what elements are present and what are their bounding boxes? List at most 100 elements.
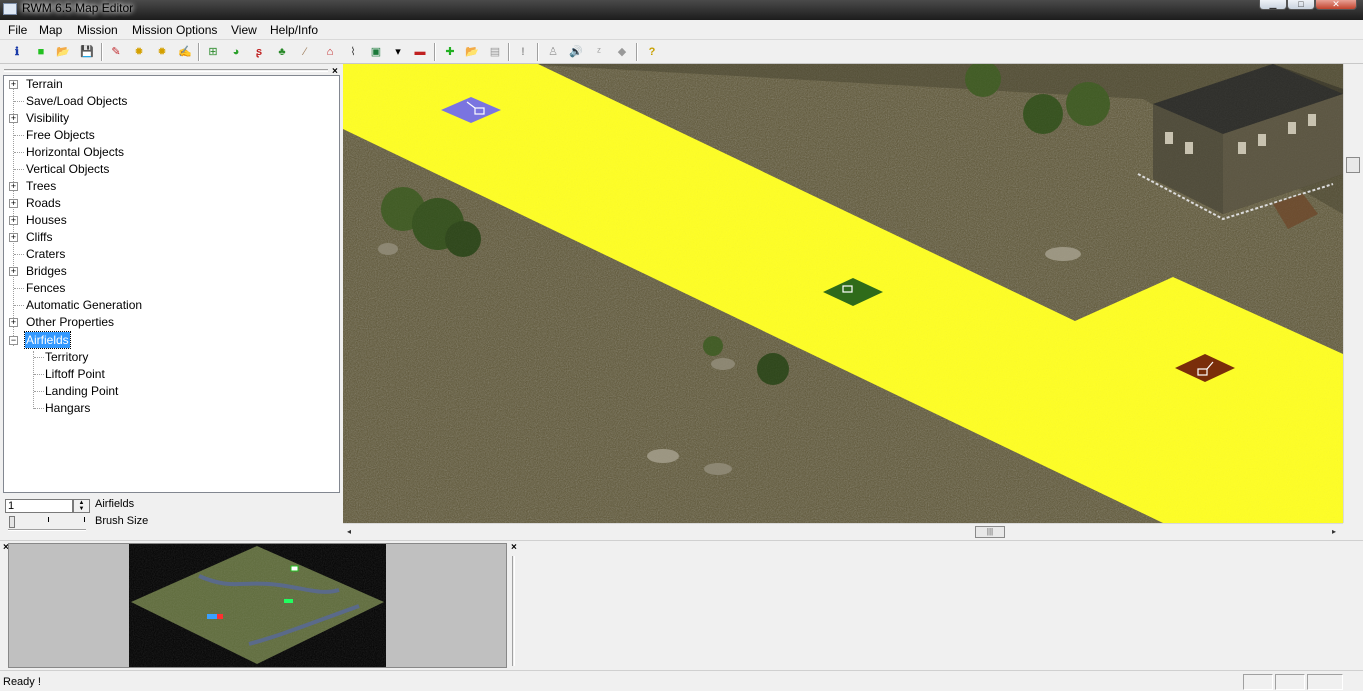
menu-bar: File Map Mission Mission Options View He… [0, 20, 1363, 40]
dropdown-icon[interactable]: ▾ [390, 44, 406, 60]
brush-icon[interactable]: ✎ [108, 44, 124, 60]
scroll-left-icon[interactable]: ◂ [347, 527, 351, 536]
tree-connector [14, 169, 24, 170]
minimap-canvas[interactable] [129, 544, 386, 667]
tree-item-label: Save/Load Objects [26, 94, 128, 108]
airfields-label: Airfields [95, 498, 135, 510]
menu-file[interactable]: File [8, 23, 27, 37]
tree-guide-line [33, 351, 34, 409]
tree-connector [14, 152, 24, 153]
toolbar-separator [198, 43, 200, 61]
horizontal-scrollbar[interactable]: ◂ ||| ▸ [343, 523, 1343, 540]
menu-help-info[interactable]: Help/Info [270, 23, 318, 37]
tree-item-label: Horizontal Objects [26, 145, 125, 159]
tree-connector [14, 288, 24, 289]
expand-icon[interactable]: + [9, 80, 18, 89]
toolbar-separator [101, 43, 103, 61]
airfield-spin-buttons[interactable]: ▲ ▼ [73, 499, 90, 513]
status-pane [1275, 674, 1305, 690]
menu-view[interactable]: View [231, 23, 257, 37]
zz-icon[interactable]: ᶻ [591, 44, 607, 60]
minimap[interactable] [129, 544, 386, 667]
expand-icon[interactable]: + [9, 114, 18, 123]
menu-map[interactable]: Map [39, 23, 62, 37]
tree-connector [34, 408, 44, 409]
vehicle-icon[interactable]: ▣ [368, 44, 384, 60]
brush-size-slider-track[interactable] [8, 529, 86, 531]
toolbar-separator [434, 43, 436, 61]
tree-item-label: Roads [26, 196, 61, 210]
tree-item-label: Automatic Generation [26, 298, 143, 312]
tree-item-label: Visibility [26, 111, 70, 125]
collapse-icon[interactable]: − [9, 336, 18, 345]
soldier-icon[interactable]: ♙ [545, 44, 561, 60]
tree-item-label: Liftoff Point [45, 367, 105, 381]
horizontal-scroll-thumb[interactable]: ||| [975, 526, 1005, 538]
toolbar-separator [537, 43, 539, 61]
toolbar-separator [508, 43, 510, 61]
app-icon [3, 3, 17, 15]
status-pane [1243, 674, 1273, 690]
arrow-icon[interactable]: ◆ [614, 44, 630, 60]
menu-mission[interactable]: Mission [77, 23, 118, 37]
tree-connector [14, 254, 24, 255]
folder-icon[interactable]: 📂 [464, 44, 480, 60]
unit-icon[interactable]: ▬ [412, 44, 428, 60]
bottom-panel-close-button[interactable]: × [511, 542, 517, 553]
new-icon[interactable]: ■ [33, 44, 49, 60]
status-bar: Ready ! [0, 670, 1363, 691]
airfield-number-input[interactable]: 1 [5, 499, 73, 513]
close-window-button[interactable]: ✕ [1315, 0, 1357, 10]
add-icon[interactable]: ✚ [442, 44, 458, 60]
menu-mission-options[interactable]: Mission Options [132, 23, 217, 37]
tree-item-label: Hangars [45, 401, 91, 415]
vertical-scrollbar[interactable] [1343, 64, 1363, 523]
edit-icon[interactable]: ✍ [177, 44, 193, 60]
terrain-icon[interactable]: ◕ [228, 44, 244, 60]
expand-icon[interactable]: + [9, 267, 18, 276]
minimize-button[interactable]: ▁ [1259, 0, 1287, 10]
expand-icon[interactable]: + [9, 216, 18, 225]
status-text: Ready ! [3, 676, 41, 688]
align-icon[interactable]: ⊞ [205, 44, 221, 60]
brush-size-slider-thumb[interactable] [9, 516, 15, 528]
speaker-icon[interactable]: 🔊 [568, 44, 584, 60]
bench-icon[interactable]: ⌇ [345, 44, 361, 60]
maximize-button[interactable]: □ [1287, 0, 1315, 10]
tree-connector [34, 357, 44, 358]
tool-tree[interactable]: + Terrain Save/Load Objects + Visibility… [3, 75, 340, 493]
save-alt-icon[interactable]: ▤ [487, 44, 503, 60]
sp-icon[interactable]: ʂ [251, 44, 267, 60]
house-icon[interactable]: ⌂ [322, 44, 338, 60]
brush-size-label: Brush Size [95, 515, 149, 527]
expand-icon[interactable]: + [9, 182, 18, 191]
tree-icon[interactable]: ♣ [274, 44, 290, 60]
tree-connector [34, 391, 44, 392]
tree-item-label: Vertical Objects [26, 162, 110, 176]
bottom-panel-separator [512, 556, 515, 666]
tree-item-label: Landing Point [45, 384, 119, 398]
tree-connector [14, 101, 24, 102]
minimap-viewport[interactable] [290, 565, 299, 572]
vertical-scroll-thumb[interactable] [1346, 157, 1360, 173]
tree-item-label: Cliffs [26, 230, 53, 244]
panel-grip[interactable] [4, 69, 328, 72]
slider-tick [84, 517, 85, 522]
save-icon[interactable]: 💾 [79, 44, 95, 60]
scroll-right-icon[interactable]: ▸ [1332, 527, 1336, 536]
tree-connector [14, 135, 24, 136]
gear-alt-icon[interactable]: ✹ [154, 44, 170, 60]
expand-icon[interactable]: + [9, 318, 18, 327]
open-icon[interactable]: 📂 [55, 44, 71, 60]
map-canvas[interactable] [343, 64, 1343, 523]
info-icon[interactable]: ℹ [9, 44, 25, 60]
gear-icon[interactable]: ✹ [131, 44, 147, 60]
alert-icon[interactable]: ! [515, 44, 531, 60]
help-icon[interactable]: ? [644, 44, 660, 60]
expand-icon[interactable]: + [9, 199, 18, 208]
expand-icon[interactable]: + [9, 233, 18, 242]
pencil-icon[interactable]: ∕ [297, 44, 313, 60]
minimap-marker [207, 614, 217, 619]
map-view[interactable] [343, 64, 1343, 523]
slider-tick [48, 517, 49, 522]
